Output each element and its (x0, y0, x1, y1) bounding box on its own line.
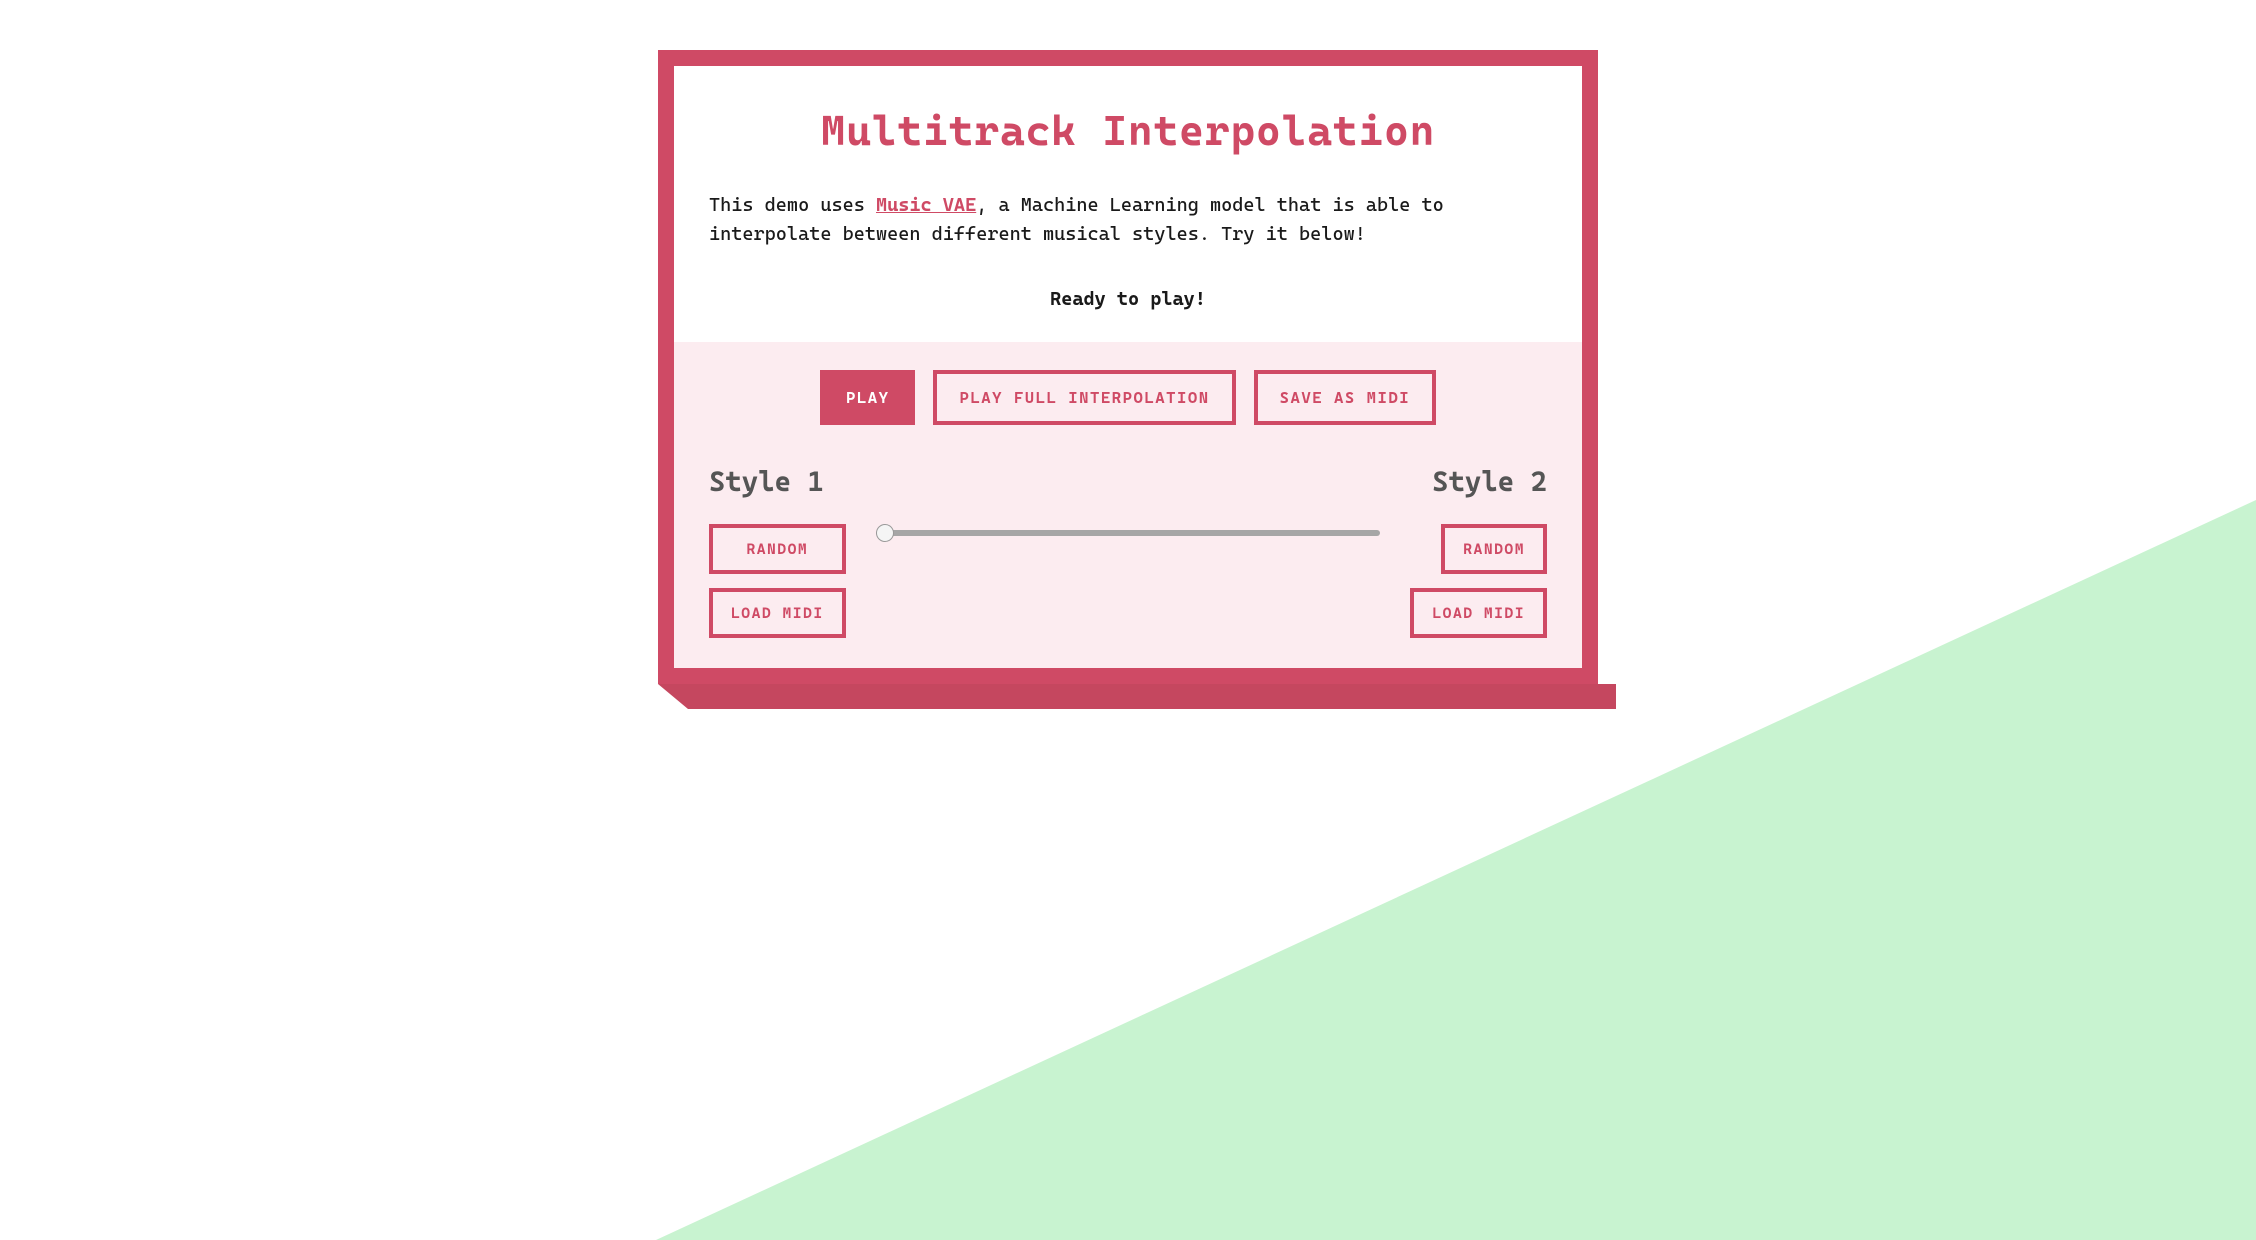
play-full-interpolation-button[interactable]: PLAY FULL INTERPOLATION (933, 370, 1235, 425)
interpolation-slider-container (876, 465, 1381, 540)
style1-load-midi-button[interactable]: LOAD MIDI (709, 588, 846, 638)
styles-row: Style 1 RANDOM LOAD MIDI Style 2 RANDOM … (709, 465, 1547, 638)
style2-random-button[interactable]: RANDOM (1441, 524, 1547, 574)
play-button[interactable]: PLAY (820, 370, 916, 425)
style2-label: Style 2 (1432, 465, 1547, 498)
style2-load-midi-button[interactable]: LOAD MIDI (1410, 588, 1547, 638)
interpolation-slider[interactable] (876, 530, 1381, 536)
status-text: Ready to play! (709, 288, 1547, 310)
music-vae-link[interactable]: Music VAE (876, 194, 976, 216)
save-as-midi-button[interactable]: SAVE AS MIDI (1254, 370, 1437, 425)
controls-section: PLAY PLAY FULL INTERPOLATION SAVE AS MID… (674, 342, 1582, 668)
style2-column: Style 2 RANDOM LOAD MIDI (1410, 465, 1547, 638)
header-section: Multitrack Interpolation This demo uses … (674, 66, 1582, 342)
description-before: This demo uses (709, 194, 876, 216)
style1-column: Style 1 RANDOM LOAD MIDI (709, 465, 846, 638)
style1-random-button[interactable]: RANDOM (709, 524, 846, 574)
page-title: Multitrack Interpolation (709, 106, 1547, 155)
card-shadow-corner (658, 684, 688, 709)
main-card: Multitrack Interpolation This demo uses … (658, 50, 1598, 684)
main-button-row: PLAY PLAY FULL INTERPOLATION SAVE AS MID… (709, 370, 1547, 425)
card-shadow-bottom (688, 684, 1616, 709)
style1-label: Style 1 (709, 465, 846, 498)
description-text: This demo uses Music VAE, a Machine Lear… (709, 191, 1547, 248)
